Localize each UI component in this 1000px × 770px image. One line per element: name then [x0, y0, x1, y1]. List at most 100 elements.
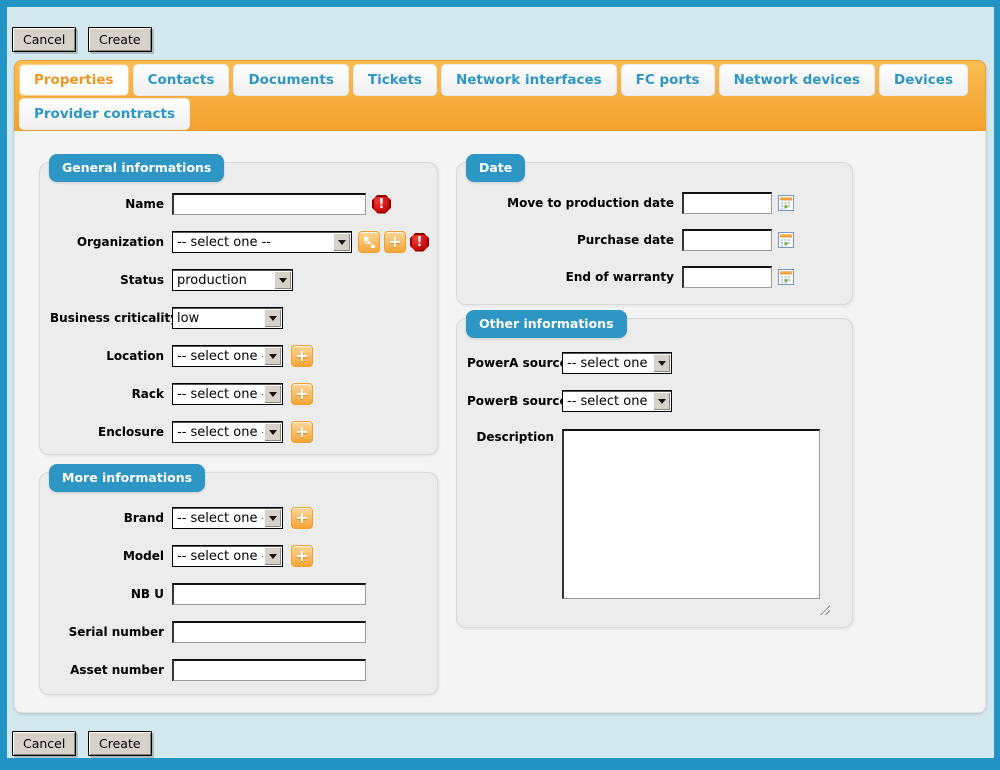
purchase-date-label: Purchase date — [463, 233, 674, 247]
end-of-warranty-label: End of warranty — [463, 270, 674, 284]
resize-handle-icon[interactable] — [820, 605, 830, 615]
dropdown-arrow-icon — [264, 547, 281, 565]
field-row-serial-number: Serial number — [46, 621, 429, 643]
add-enclosure-button[interactable]: + — [291, 421, 313, 443]
location-label: Location — [46, 349, 164, 363]
calendar-picker-icon[interactable] — [778, 195, 794, 211]
create-button-top[interactable]: Create — [88, 27, 152, 52]
nb-u-input[interactable] — [172, 583, 366, 605]
field-row-rack: Rack -- select one -- + — [46, 383, 429, 405]
mandatory-icon: ! — [372, 195, 391, 214]
field-row-asset-number: Asset number — [46, 659, 429, 681]
fieldset-legend: General informations — [49, 154, 224, 182]
tab-provider-contracts[interactable]: Provider contracts — [19, 98, 190, 130]
brand-select[interactable]: -- select one -- — [172, 507, 283, 529]
status-select-value: production — [173, 273, 273, 288]
end-of-warranty-input[interactable] — [682, 266, 772, 288]
field-row-organization: Organization -- select one -- + — [46, 231, 429, 253]
field-row-powerb-source: PowerB source -- select one -- — [463, 390, 844, 412]
tab-network-interfaces[interactable]: Network interfaces — [441, 64, 617, 96]
add-model-button[interactable]: + — [291, 545, 313, 567]
dropdown-arrow-icon — [274, 271, 291, 289]
name-label: Name — [46, 197, 164, 211]
fieldset-legend: More informations — [49, 464, 205, 492]
add-organization-button[interactable]: + — [384, 231, 406, 253]
calendar-picker-icon[interactable] — [778, 232, 794, 248]
field-row-enclosure: Enclosure -- select one -- + — [46, 421, 429, 443]
object-form-widget: Properties Contacts Documents Tickets Ne… — [14, 60, 986, 713]
location-select-value: -- select one -- — [173, 349, 263, 364]
business-criticality-select[interactable]: low — [172, 307, 283, 329]
calendar-picker-icon[interactable] — [778, 269, 794, 285]
powera-source-select[interactable]: -- select one -- — [562, 352, 672, 374]
dropdown-arrow-icon — [264, 423, 281, 441]
status-select[interactable]: production — [172, 269, 293, 291]
field-row-nb-u: NB U — [46, 583, 429, 605]
name-input[interactable] — [172, 193, 366, 215]
add-brand-button[interactable]: + — [291, 507, 313, 529]
fieldset-general-informations: General informations Name ! Organization… — [39, 162, 438, 455]
move-to-production-label: Move to production date — [463, 196, 674, 210]
organization-select[interactable]: -- select one -- — [172, 231, 352, 253]
tab-tickets[interactable]: Tickets — [353, 64, 437, 96]
create-button-bottom[interactable]: Create — [88, 731, 152, 756]
fieldset-legend: Date — [466, 154, 525, 182]
plus-icon: + — [295, 348, 308, 364]
tab-devices[interactable]: Devices — [879, 64, 968, 96]
field-row-end-of-warranty: End of warranty — [463, 266, 844, 288]
powera-source-select-value: -- select one -- — [563, 356, 652, 371]
serial-number-input[interactable] — [172, 621, 366, 643]
hierarchy-icon — [363, 236, 376, 249]
powerb-source-label: PowerB source — [463, 394, 554, 408]
move-to-production-input[interactable] — [682, 192, 772, 214]
model-select[interactable]: -- select one -- — [172, 545, 283, 567]
model-label: Model — [46, 549, 164, 563]
tab-documents[interactable]: Documents — [233, 64, 348, 96]
plus-icon: + — [295, 386, 308, 402]
rack-select[interactable]: -- select one -- — [172, 383, 283, 405]
business-criticality-label: Business criticality — [46, 311, 164, 325]
description-label: Description — [463, 429, 554, 444]
mandatory-icon: ! — [410, 233, 429, 252]
field-row-status: Status production — [46, 269, 429, 291]
asset-number-label: Asset number — [46, 663, 164, 677]
powerb-source-select-value: -- select one -- — [563, 394, 652, 409]
rack-select-value: -- select one -- — [173, 387, 263, 402]
rack-label: Rack — [46, 387, 164, 401]
plus-icon: + — [295, 510, 308, 526]
dropdown-arrow-icon — [653, 392, 670, 410]
organization-label: Organization — [46, 235, 164, 249]
organization-hierarchy-button[interactable] — [358, 231, 380, 253]
app-window: Cancel Create Properties Contacts Docume… — [0, 0, 1000, 770]
tab-fc-ports[interactable]: FC ports — [621, 64, 715, 96]
fieldset-legend: Other informations — [466, 310, 627, 338]
field-row-model: Model -- select one -- + — [46, 545, 429, 567]
enclosure-select[interactable]: -- select one -- — [172, 421, 283, 443]
description-textarea[interactable] — [562, 429, 820, 599]
fieldset-date: Date Move to production date — [456, 162, 853, 305]
organization-select-value: -- select one -- — [173, 235, 332, 250]
model-select-value: -- select one -- — [173, 549, 263, 564]
cancel-button-top[interactable]: Cancel — [12, 27, 76, 52]
add-rack-button[interactable]: + — [291, 383, 313, 405]
field-row-business-criticality: Business criticality low — [46, 307, 429, 329]
dropdown-arrow-icon — [264, 309, 281, 327]
tab-network-devices[interactable]: Network devices — [719, 64, 875, 96]
brand-select-value: -- select one -- — [173, 511, 263, 526]
field-row-name: Name ! — [46, 193, 429, 215]
plus-icon: + — [388, 234, 401, 250]
tab-properties[interactable]: Properties — [19, 64, 129, 96]
field-row-location: Location -- select one -- + — [46, 345, 429, 367]
purchase-date-input[interactable] — [682, 229, 772, 251]
fieldset-more-informations: More informations Brand -- select one --… — [39, 472, 438, 695]
add-location-button[interactable]: + — [291, 345, 313, 367]
tab-bar: Properties Contacts Documents Tickets Ne… — [14, 60, 986, 131]
cancel-button-bottom[interactable]: Cancel — [12, 731, 76, 756]
tab-contacts[interactable]: Contacts — [133, 64, 230, 96]
location-select[interactable]: -- select one -- — [172, 345, 283, 367]
dropdown-arrow-icon — [653, 354, 670, 372]
serial-number-label: Serial number — [46, 625, 164, 639]
asset-number-input[interactable] — [172, 659, 366, 681]
plus-icon: + — [295, 424, 308, 440]
powerb-source-select[interactable]: -- select one -- — [562, 390, 672, 412]
